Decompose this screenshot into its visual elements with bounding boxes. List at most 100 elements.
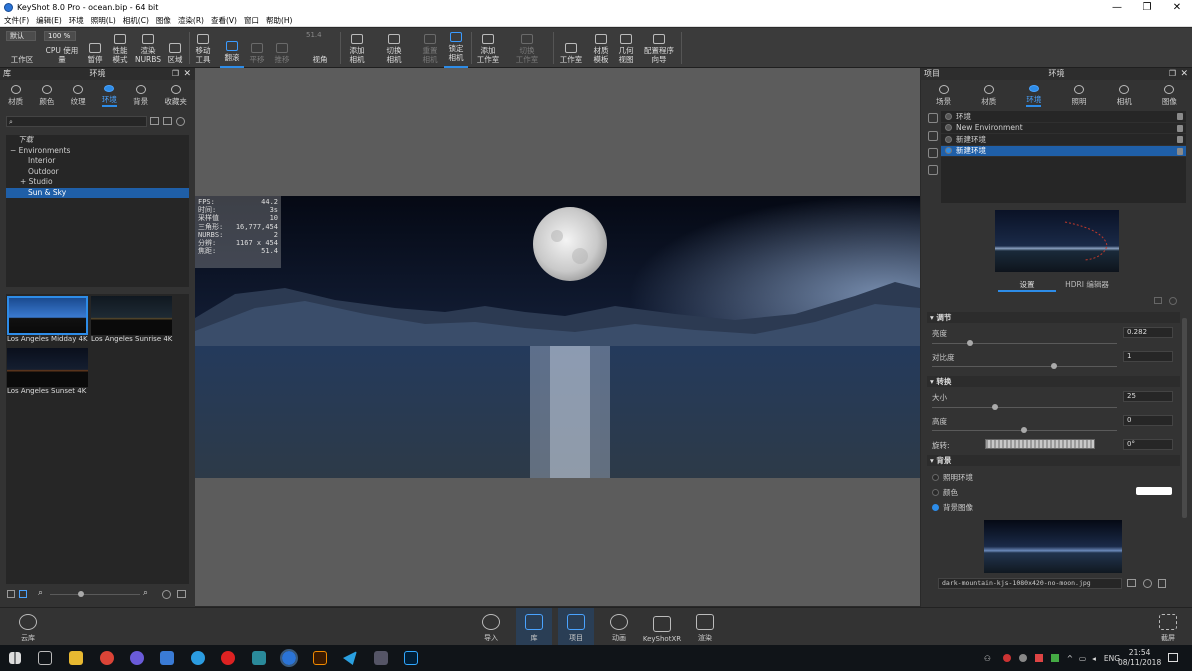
lock-icon[interactable] [1177,124,1183,132]
bg-color-swatch[interactable] [1136,487,1172,495]
tab-scene[interactable]: 场景 [936,82,951,107]
add-environment-icon[interactable] [928,113,938,123]
menu-window[interactable]: 窗口 [244,15,259,26]
telegram-icon[interactable] [343,651,357,665]
delete-environment-icon[interactable] [928,165,938,175]
tab-image[interactable]: 图像 [1162,82,1177,107]
notification-icon[interactable] [1168,653,1178,662]
menu-environment[interactable]: 环境 [69,15,84,26]
tree-item-studio[interactable]: + Studio [6,177,189,188]
render-button[interactable]: 渲染 [690,608,720,646]
config-wizard-button[interactable]: 配置程序 向导 [641,28,677,68]
lock-icon[interactable] [1177,136,1183,143]
undock-icon[interactable]: ❐ [172,68,179,80]
library-search-input[interactable]: ⌕ [6,116,147,127]
bg-image-radio[interactable]: 背景图像 [932,502,973,513]
refresh-icon[interactable] [176,117,185,126]
tab-favorites[interactable]: 收藏夹 [164,82,187,107]
tray-icon[interactable] [1018,654,1027,662]
close-button[interactable]: ✕ [1162,0,1192,15]
reset-icon[interactable] [1169,297,1177,305]
tab-backplates[interactable]: 背景 [133,82,148,107]
clock[interactable]: 21:54 08/11/2018 [1118,645,1161,671]
screenshot-button[interactable]: 截屏 [1152,608,1184,646]
environment-preview[interactable] [995,210,1119,272]
file-explorer-icon[interactable] [69,651,83,665]
minimize-button[interactable]: — [1102,0,1132,15]
thumbnail-size-slider[interactable] [50,591,140,597]
tree-item-downloads[interactable]: 下载 [6,135,189,146]
brightness-input[interactable]: 0.282 [1123,327,1173,338]
maximize-button[interactable]: ❐ [1132,0,1162,15]
height-input[interactable]: 0 [1123,415,1173,426]
switch-camera-button[interactable]: 切换 相机 [380,28,408,68]
zoom-in-icon[interactable]: ⌕ [143,588,148,598]
contrast-input[interactable]: 1 [1123,351,1173,362]
open-folder-icon[interactable] [1127,579,1136,587]
menu-camera[interactable]: 相机(C) [123,15,149,26]
thumbnail-la-midday[interactable]: Los Angeles Midday 4K [7,296,88,343]
browser-icon[interactable] [191,651,205,665]
library-button[interactable]: 库 [516,608,552,646]
size-slider[interactable] [932,404,1117,410]
chevron-up-icon[interactable]: ^ [1067,654,1073,663]
list-item[interactable]: 新建环境 [941,145,1186,157]
grid-view-icon[interactable] [19,590,27,598]
upload-icon[interactable] [162,590,171,599]
save-preset-icon[interactable] [1154,297,1162,304]
tray-icon[interactable] [1050,654,1059,662]
thumbnail-la-sunset[interactable]: Los Angeles Sunset 4K [7,348,88,395]
windows-start-icon[interactable] [9,652,21,664]
add-studio-button[interactable]: 添加 工作室 [474,28,502,68]
lock-icon[interactable] [1177,147,1183,155]
tree-item-interior[interactable]: Interior [6,156,189,167]
move-tool-button[interactable]: 移动 工具 [191,28,215,68]
trash-icon[interactable] [1158,579,1166,588]
copy-environment-icon[interactable] [928,148,938,158]
tab-textures[interactable]: 纹理 [71,82,86,107]
tab-camera[interactable]: 相机 [1117,82,1132,107]
list-item[interactable]: 新建环境 [941,134,1186,146]
animation-button[interactable]: 动画 [603,608,635,646]
keyshotxr-button[interactable]: KeyShotXR [642,608,682,646]
subtab-hdri-editor[interactable]: HDRI 编辑器 [1058,279,1116,292]
thumbnail-la-sunrise[interactable]: Los Angeles Sunrise 4K [91,296,172,343]
app-icon[interactable] [374,651,388,665]
menu-render[interactable]: 渲染(R) [178,15,204,26]
tab-materials[interactable]: 材质 [8,82,23,107]
dolly-button[interactable]: 推移 [271,28,293,68]
reset-camera-button[interactable]: 重置 相机 [417,28,443,68]
lock-camera-button[interactable]: 锁定 相机 [444,28,468,68]
subtab-settings[interactable]: 设置 [998,279,1056,292]
tree-item-environments[interactable]: − Environments [6,146,189,157]
app-icon[interactable] [160,651,174,665]
switch-studio-button[interactable]: 切换 工作室 [512,28,542,68]
pan-button[interactable]: 平移 [246,28,268,68]
tree-item-sun-sky[interactable]: Sun & Sky [6,187,189,198]
list-item[interactable]: 环境 [941,111,1186,123]
cloud-library-button[interactable]: 云库 [12,608,44,646]
bg-image-preview[interactable] [984,520,1122,573]
list-view-icon[interactable] [7,590,15,598]
size-input[interactable]: 25 [1123,391,1173,402]
lock-icon[interactable] [1177,113,1183,120]
network-icon[interactable]: ▭ [1079,654,1086,663]
tray-icon[interactable] [1034,654,1043,662]
menu-view[interactable]: 查看(V) [211,15,237,26]
slider-knob[interactable] [992,404,998,410]
tab-environment[interactable]: 环境 [1026,82,1042,107]
realtime-viewport[interactable]: FPS: 44.2 时间: 3s 采样值 10 三角形: 16,777,454 NURB… [195,68,920,606]
illustrator-icon[interactable] [313,651,327,665]
section-adjust[interactable]: ▾ 调节 [927,312,1180,323]
height-slider[interactable] [932,427,1117,433]
new-folder-icon[interactable] [163,117,172,125]
import-button[interactable]: 导入 [476,608,506,646]
render-nurbs-button[interactable]: 渲染 NURBS [134,28,162,68]
menu-help[interactable]: 帮助(H) [266,15,293,26]
folder-icon[interactable] [150,117,159,125]
tumble-button[interactable]: 翻滚 [220,28,244,68]
menu-lighting[interactable]: 照明(L) [91,15,116,26]
add-camera-button[interactable]: 添加 相机 [344,28,370,68]
import-folder-icon[interactable] [177,590,186,598]
studio-button[interactable]: 工作室 [557,28,585,68]
